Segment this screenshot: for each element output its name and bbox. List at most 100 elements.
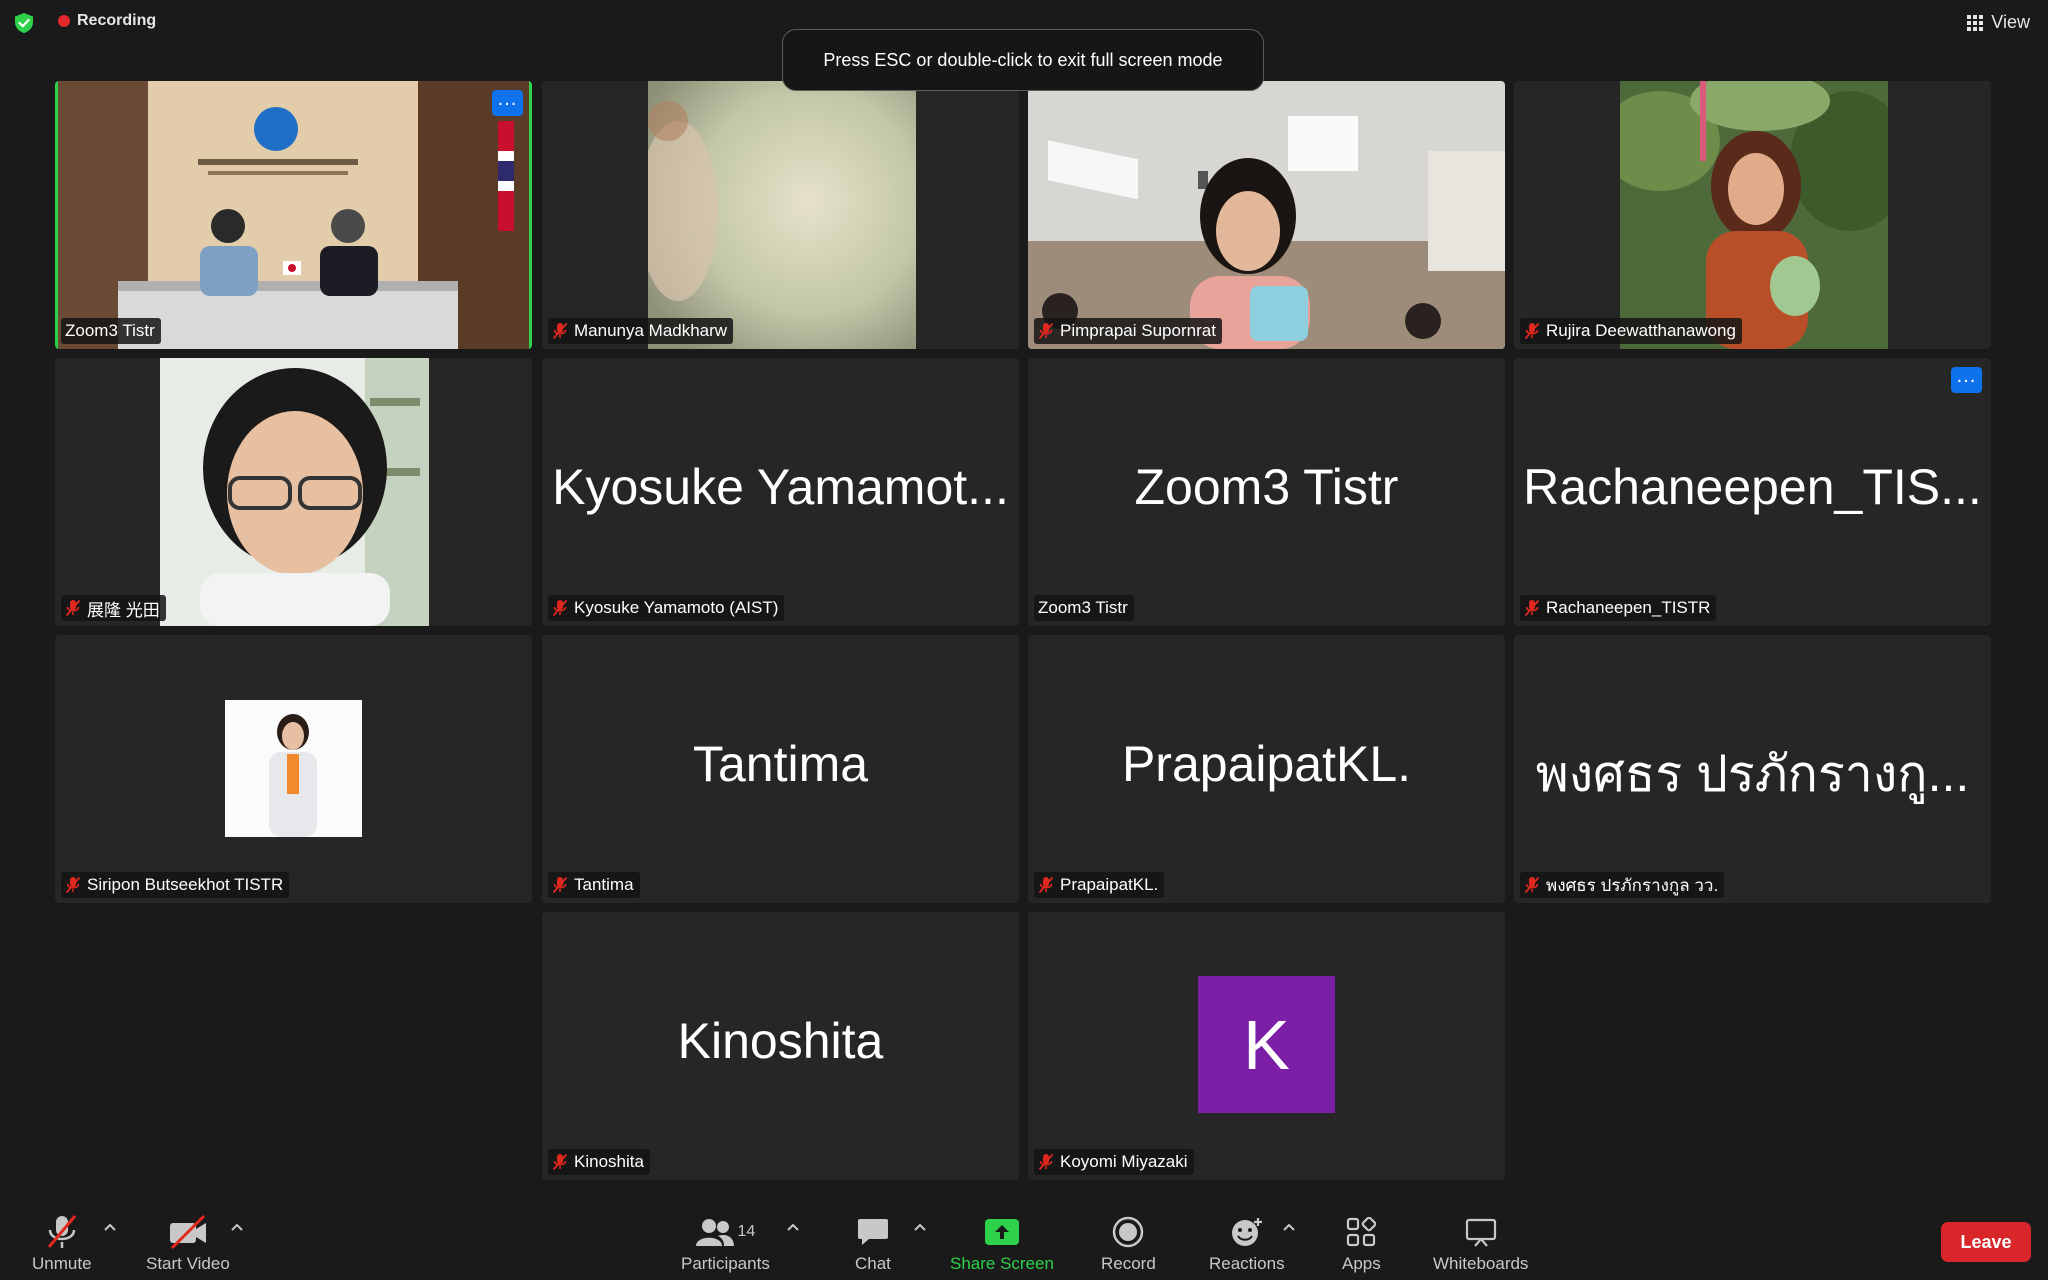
video-tile[interactable]: พงศธร ปรภักรางกู... พงศธร ปรภักรางกูล วว… (1514, 635, 1991, 903)
reactions-options-chevron-icon[interactable] (1282, 1220, 1296, 1234)
recording-label: Recording (77, 12, 157, 29)
profile-picture (225, 700, 362, 837)
apps-icon (1347, 1217, 1377, 1247)
security-shield-icon[interactable] (13, 12, 35, 34)
reactions-label: Reactions (1209, 1254, 1285, 1273)
whiteboards-label: Whiteboards (1433, 1254, 1529, 1273)
participant-display-name: พงศธร ปรภักรางกู... (1535, 746, 1970, 802)
mic-muted-icon (1524, 876, 1540, 894)
participant-name: Rachaneepen_TISTR (1546, 598, 1711, 617)
chat-icon (857, 1219, 888, 1245)
video-tile[interactable]: ... Zoom3 Tistr (55, 81, 532, 349)
participant-name-tag: Tantima (548, 872, 640, 898)
video-tile[interactable]: Rachaneepen_TIS... ... Rachaneepen_TISTR (1514, 358, 1991, 626)
apps-button[interactable]: Apps (1342, 1214, 1381, 1274)
video-tile[interactable]: PrapaipatKL. PrapaipatKL. (1028, 635, 1505, 903)
video-tile[interactable]: Kinoshita Kinoshita (542, 912, 1019, 1180)
participants-icon (695, 1219, 734, 1246)
reactions-button[interactable]: Reactions (1209, 1214, 1285, 1274)
participant-name-tag: Koyomi Miyazaki (1034, 1149, 1194, 1175)
participant-name: PrapaipatKL. (1060, 875, 1159, 894)
mic-muted-icon (552, 1153, 568, 1171)
participant-video (648, 81, 916, 349)
record-button[interactable]: Record (1101, 1214, 1156, 1274)
record-label: Record (1101, 1254, 1156, 1273)
grid-icon (1967, 14, 1984, 31)
participant-name-tag: 展隆 光田 (61, 595, 166, 621)
participant-name: พงศธร ปรภักรางกูล วว. (1546, 875, 1719, 895)
mic-muted-icon (552, 322, 568, 340)
video-tile[interactable]: 展隆 光田 (55, 358, 532, 626)
participant-name-tag: Zoom3 Tistr (1034, 595, 1134, 621)
share-screen-button[interactable]: Share Screen (950, 1214, 1054, 1274)
participant-video (58, 81, 529, 349)
video-tile[interactable]: Zoom3 Tistr Zoom3 Tistr (1028, 358, 1505, 626)
unmute-button[interactable]: Unmute (32, 1214, 92, 1274)
participant-name: 展隆 光田 (87, 600, 160, 620)
video-off-icon (169, 1214, 206, 1250)
participant-name-tag: Rujira Deewatthanawong (1520, 318, 1742, 344)
unmute-label: Unmute (32, 1254, 92, 1273)
participants-button[interactable]: 14 Participants (681, 1214, 770, 1274)
start-video-button[interactable]: Start Video (146, 1214, 230, 1274)
audio-options-chevron-icon[interactable] (103, 1220, 117, 1234)
participant-name: Manunya Madkharw (574, 321, 728, 340)
recording-indicator[interactable]: Recording (58, 12, 156, 30)
reactions-smiley-icon (1231, 1218, 1262, 1246)
participant-name: Siripon Butseekhot TISTR (87, 875, 284, 894)
fullscreen-exit-toast: Press ESC or double-click to exit full s… (782, 29, 1264, 91)
view-button[interactable]: View (1967, 12, 2030, 33)
participant-name: Koyomi Miyazaki (1060, 1152, 1188, 1171)
view-label: View (1991, 12, 2030, 32)
chat-options-chevron-icon[interactable] (913, 1220, 927, 1234)
whiteboards-button[interactable]: Whiteboards (1433, 1214, 1528, 1274)
chat-label: Chat (855, 1254, 891, 1273)
mic-muted-icon (552, 599, 568, 617)
participant-video (160, 358, 429, 626)
mic-muted-icon (1038, 876, 1054, 894)
video-tile[interactable]: Tantima Tantima (542, 635, 1019, 903)
participant-name-tag: Manunya Madkharw (548, 318, 734, 344)
video-tile[interactable]: Manunya Madkharw (542, 81, 1019, 349)
participant-display-name: Tantima (692, 736, 869, 792)
video-tile[interactable]: Pimprapai Supornrat (1028, 81, 1505, 349)
participant-name: Pimprapai Supornrat (1060, 321, 1216, 340)
participants-options-chevron-icon[interactable] (786, 1220, 800, 1234)
recording-dot-icon (58, 15, 70, 27)
participant-name-tag: Pimprapai Supornrat (1034, 318, 1222, 344)
start-video-label: Start Video (146, 1254, 230, 1273)
participant-display-name: Kinoshita (677, 1013, 884, 1069)
mic-muted-icon (1038, 1153, 1054, 1171)
whiteboard-icon (1465, 1218, 1496, 1247)
avatar: K (1198, 976, 1335, 1113)
meeting-toolbar: Unmute Start Video 14 Participants Chat … (0, 1204, 2048, 1280)
participant-name-tag: PrapaipatKL. (1034, 872, 1165, 898)
participant-name: Kyosuke Yamamoto (AIST) (574, 598, 779, 617)
mic-muted-icon (1038, 322, 1054, 340)
share-screen-icon (984, 1219, 1019, 1245)
participants-count: 14 (737, 1223, 756, 1240)
participant-name-tag: Rachaneepen_TISTR (1520, 595, 1717, 621)
participant-display-name: Kyosuke Yamamot... (552, 459, 1009, 515)
video-tile[interactable]: K Koyomi Miyazaki (1028, 912, 1505, 1180)
apps-label: Apps (1342, 1254, 1381, 1273)
participant-display-name: Rachaneepen_TIS... (1523, 459, 1982, 515)
participant-name: Kinoshita (574, 1152, 644, 1171)
participant-name-tag: Kyosuke Yamamoto (AIST) (548, 595, 785, 621)
mic-muted-icon (552, 876, 568, 894)
participant-display-name: PrapaipatKL. (1121, 736, 1412, 792)
video-options-chevron-icon[interactable] (230, 1220, 244, 1234)
video-tile[interactable]: Rujira Deewatthanawong (1514, 81, 1991, 349)
video-tile[interactable]: Kyosuke Yamamot... Kyosuke Yamamoto (AIS… (542, 358, 1019, 626)
mic-muted-icon (1524, 599, 1540, 617)
more-options-button[interactable]: ... (1951, 366, 1982, 393)
chat-button[interactable]: Chat (855, 1214, 891, 1274)
participant-video (1620, 81, 1888, 349)
participant-video (1028, 81, 1505, 349)
participant-name-tag: Siripon Butseekhot TISTR (61, 872, 290, 898)
leave-button[interactable]: Leave (1941, 1222, 2031, 1262)
participant-name: Zoom3 Tistr (1038, 598, 1128, 617)
more-options-button[interactable]: ... (492, 89, 523, 116)
participant-name-tag: Kinoshita (548, 1149, 650, 1175)
video-tile[interactable]: Siripon Butseekhot TISTR (55, 635, 532, 903)
